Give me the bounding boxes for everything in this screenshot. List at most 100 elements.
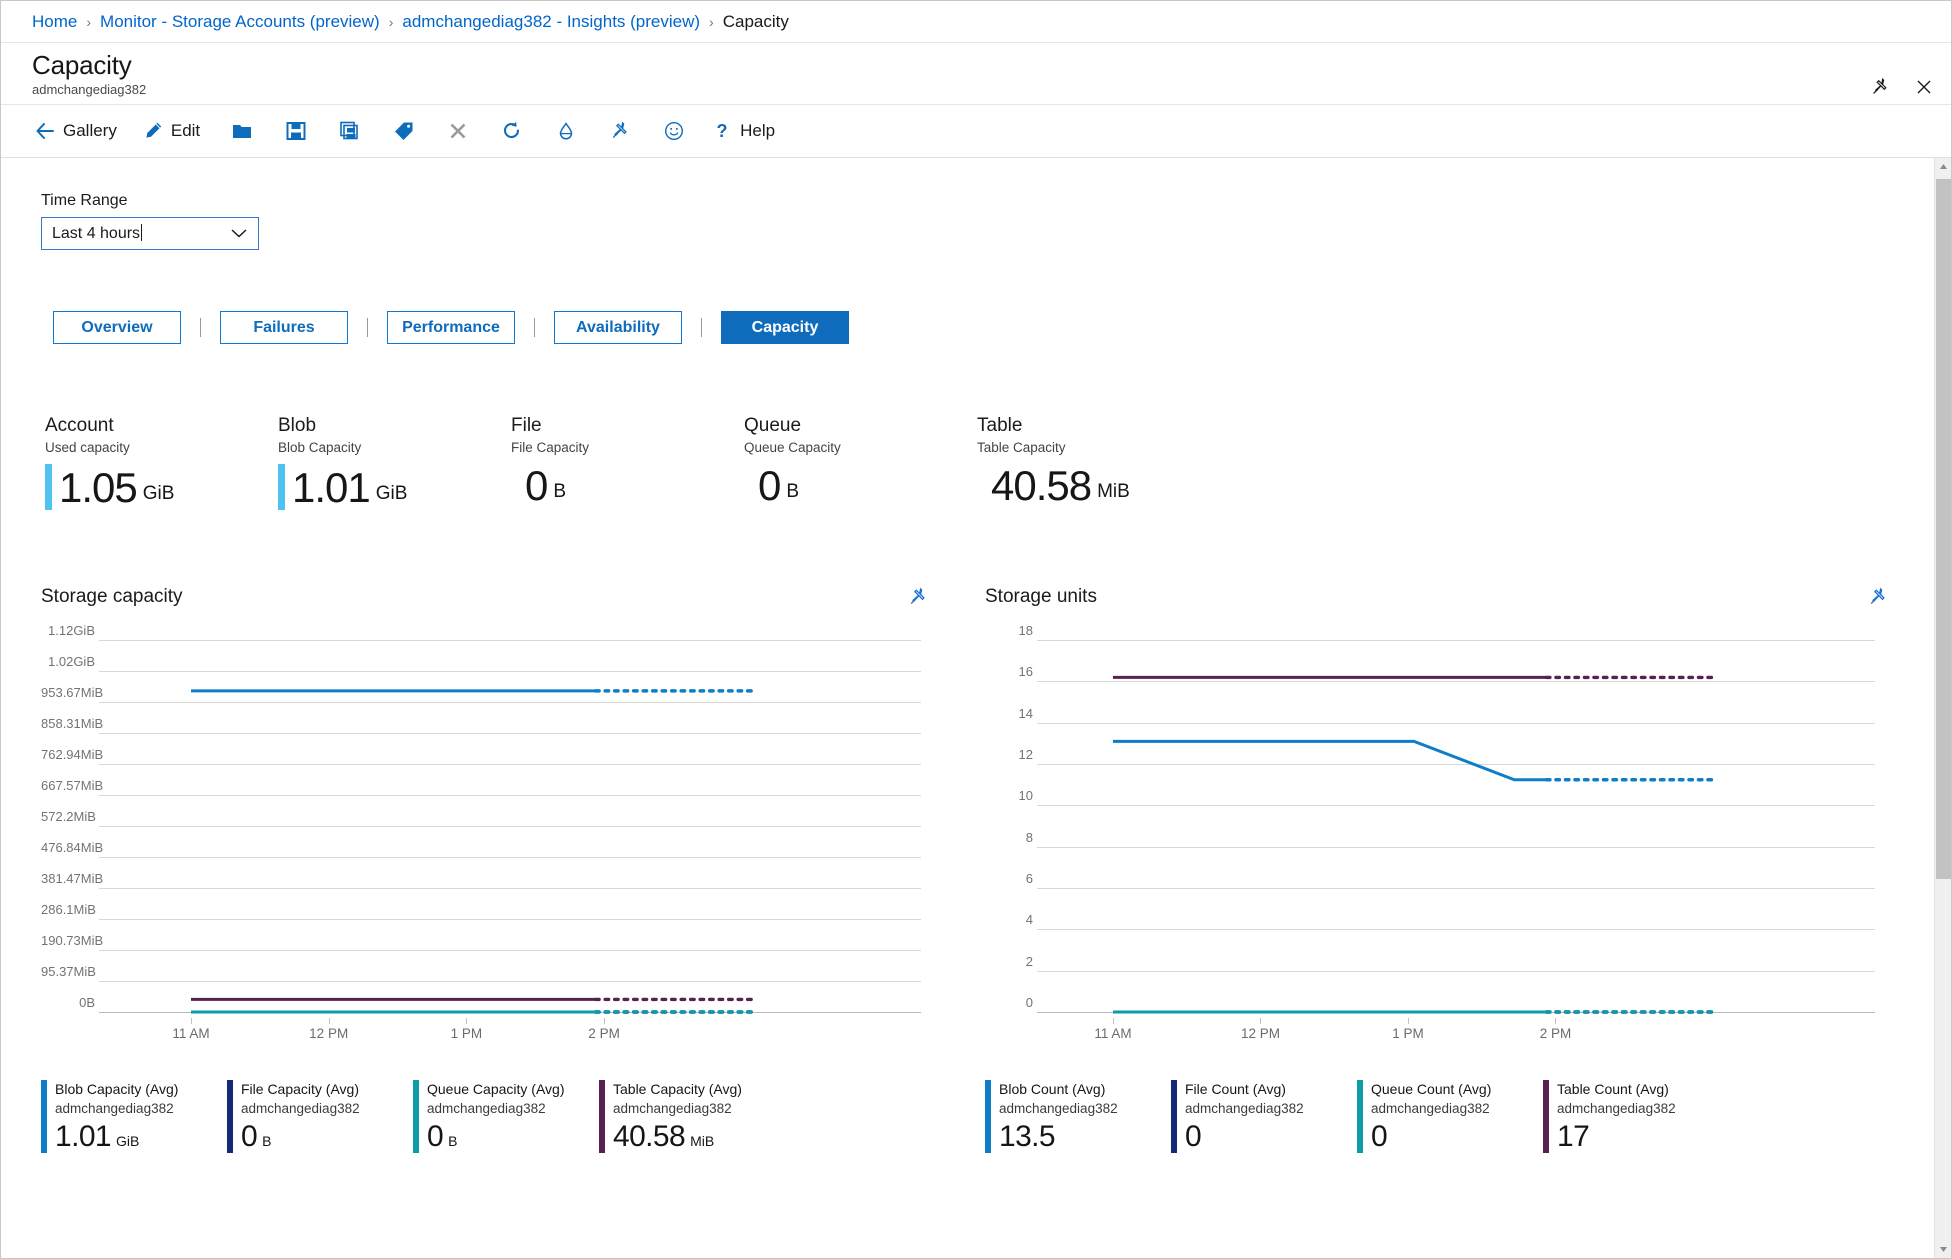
series-line <box>1113 739 1547 782</box>
tab-overview[interactable]: Overview <box>53 311 181 344</box>
cloud-share-icon <box>559 122 573 140</box>
pin-icon[interactable] <box>907 586 929 608</box>
time-range-control: Time Range Last 4 hours <box>1 158 1951 250</box>
legend-value: 1.01 <box>55 1120 112 1153</box>
breadcrumb-separator: › <box>709 13 714 30</box>
x-axis-tick <box>604 1018 606 1024</box>
page-title: Capacity <box>32 50 132 80</box>
tab-capacity[interactable]: Capacity <box>721 311 849 344</box>
edit-label: Edit <box>170 121 201 140</box>
close-icon[interactable] <box>1911 74 1937 100</box>
kpi-accent-bar <box>45 464 52 510</box>
section-tabs: Overview Failures Performance Availabili… <box>1 250 1951 344</box>
feedback-smiley-icon <box>665 121 684 141</box>
pin-icon[interactable] <box>1867 586 1889 608</box>
chart-storage-capacity: Storage capacity 1.12GiB 1.02GiB 953.67MiB… <box>1 586 961 1153</box>
kpi-unit: GiB <box>142 483 175 504</box>
help-button[interactable]: ? Help <box>707 116 788 146</box>
x-axis-tick <box>1260 1018 1262 1024</box>
tag-button[interactable] <box>383 116 425 146</box>
scroll-up-arrow-icon[interactable] <box>1935 158 1951 175</box>
x-axis-tick-label: 2 PM <box>588 1026 620 1041</box>
kpi-title: Queue <box>744 415 802 436</box>
legend-resource-name: admchangediag382 <box>55 1101 174 1116</box>
vertical-scrollbar[interactable] <box>1934 158 1951 1258</box>
legend-item-blob-count[interactable]: Blob Count (Avg) admchangediag382 13.5 <box>985 1080 1171 1153</box>
x-axis-tick <box>466 1018 468 1024</box>
series-layer <box>1113 675 1717 1014</box>
x-axis-tick <box>191 1018 192 1024</box>
x-axis-storage-capacity: 11 AM 12 PM 1 PM 2 PM <box>41 1018 961 1048</box>
pin-icon[interactable] <box>1867 74 1893 100</box>
legend-color-swatch <box>1357 1080 1363 1153</box>
legend-unit: B <box>448 1133 458 1149</box>
tab-failures[interactable]: Failures <box>220 311 348 344</box>
open-button[interactable] <box>221 116 263 146</box>
legend-value: 0 <box>427 1120 444 1153</box>
azure-portal-blade: Home › Monitor - Storage Accounts (previ… <box>0 0 1952 1259</box>
save-button[interactable] <box>275 116 317 146</box>
legend-item-queue-capacity[interactable]: Queue Capacity (Avg) admchangediag382 0 … <box>413 1080 599 1153</box>
x-axis-tick-label: 12 PM <box>1240 1026 1280 1041</box>
close-tab-button[interactable] <box>437 116 479 146</box>
kpi-subtitle: File Capacity <box>511 440 590 455</box>
help-label: Help <box>740 121 776 140</box>
tab-performance[interactable]: Performance <box>387 311 515 344</box>
svg-text:?: ? <box>717 121 728 141</box>
plot-area-storage-capacity: 1.12GiB 1.02GiB 953.67MiB 858.31MiB 762.94Mi… <box>41 623 961 1018</box>
kpi-unit: MiB <box>1097 481 1130 502</box>
kpi-subtitle: Blob Capacity <box>278 440 362 455</box>
text-cursor <box>141 224 143 241</box>
edit-button[interactable]: Edit <box>138 116 213 146</box>
pin-toolbar-button[interactable] <box>599 116 641 146</box>
gallery-button[interactable]: Gallery <box>30 116 130 146</box>
time-range-select[interactable]: Last 4 hours <box>41 217 259 250</box>
folder-icon <box>233 125 252 138</box>
breadcrumb-item-monitor-storage-accounts[interactable]: Monitor - Storage Accounts (preview) <box>100 12 380 32</box>
refresh-button[interactable] <box>491 116 533 146</box>
kpi-subtitle: Queue Capacity <box>744 440 841 455</box>
legend-item-queue-count[interactable]: Queue Count (Avg) admchangediag382 0 <box>1357 1080 1543 1153</box>
legend-value: 13.5 <box>999 1120 1056 1153</box>
kpi-tile-queue: Queue Queue Capacity 0 B <box>744 414 977 510</box>
legend-item-table-count[interactable]: Table Count (Avg) admchangediag382 17 <box>1543 1080 1729 1153</box>
legend-color-swatch <box>985 1080 991 1153</box>
legend-series-name: Table Capacity (Avg) <box>613 1081 742 1097</box>
legend-color-swatch <box>227 1080 233 1153</box>
share-button[interactable] <box>545 116 587 146</box>
scroll-down-arrow-icon[interactable] <box>1935 1241 1951 1258</box>
scrollbar-thumb[interactable] <box>1936 179 1951 879</box>
legend-resource-name: admchangediag382 <box>241 1101 360 1116</box>
legend-item-blob-capacity[interactable]: Blob Capacity (Avg) admchangediag382 1.0… <box>41 1080 227 1153</box>
legend-series-name: Queue Count (Avg) <box>1371 1081 1492 1097</box>
breadcrumb-separator: › <box>86 13 92 30</box>
back-arrow-icon <box>36 123 54 139</box>
kpi-tile-table: Table Table Capacity 40.58 MiB <box>977 414 1210 510</box>
legend-series-name: File Capacity (Avg) <box>241 1081 360 1097</box>
breadcrumb-item-home[interactable]: Home <box>32 12 77 32</box>
legend-item-file-capacity[interactable]: File Capacity (Avg) admchangediag382 0 B <box>227 1080 413 1153</box>
feedback-button[interactable] <box>653 116 695 146</box>
legend-resource-name: admchangediag382 <box>427 1101 546 1116</box>
tab-availability[interactable]: Availability <box>554 311 682 344</box>
legend-resource-name: admchangediag382 <box>1185 1101 1304 1116</box>
legend-resource-name: admchangediag382 <box>999 1101 1118 1116</box>
question-mark-icon: ? <box>717 121 728 141</box>
legend-color-swatch <box>599 1080 605 1153</box>
x-axis-tick <box>328 1018 330 1024</box>
kpi-value: 0 <box>525 462 548 509</box>
kpi-tile-blob: Blob Blob Capacity 1.01 GiB <box>278 414 511 510</box>
kpi-title: Blob <box>278 415 317 436</box>
x-axis-tick-label: 2 PM <box>1539 1026 1572 1041</box>
legend-series-name: Blob Capacity (Avg) <box>55 1081 179 1097</box>
legend-item-file-count[interactable]: File Count (Avg) admchangediag382 0 <box>1171 1080 1357 1153</box>
page-subtitle: admchangediag382 <box>32 82 147 97</box>
kpi-unit: GiB <box>375 483 408 504</box>
save-as-button[interactable] <box>329 116 371 146</box>
legend-series-name: Blob Count (Avg) <box>999 1081 1106 1097</box>
breadcrumb-item-insights[interactable]: admchangediag382 - Insights (preview) <box>402 12 700 32</box>
legend-item-table-capacity[interactable]: Table Capacity (Avg) admchangediag382 40… <box>599 1080 785 1153</box>
tab-divider <box>200 318 201 337</box>
blade-title-actions <box>1867 74 1937 100</box>
charts-row: Storage capacity 1.12GiB 1.02GiB 953.67MiB… <box>1 510 1951 1153</box>
